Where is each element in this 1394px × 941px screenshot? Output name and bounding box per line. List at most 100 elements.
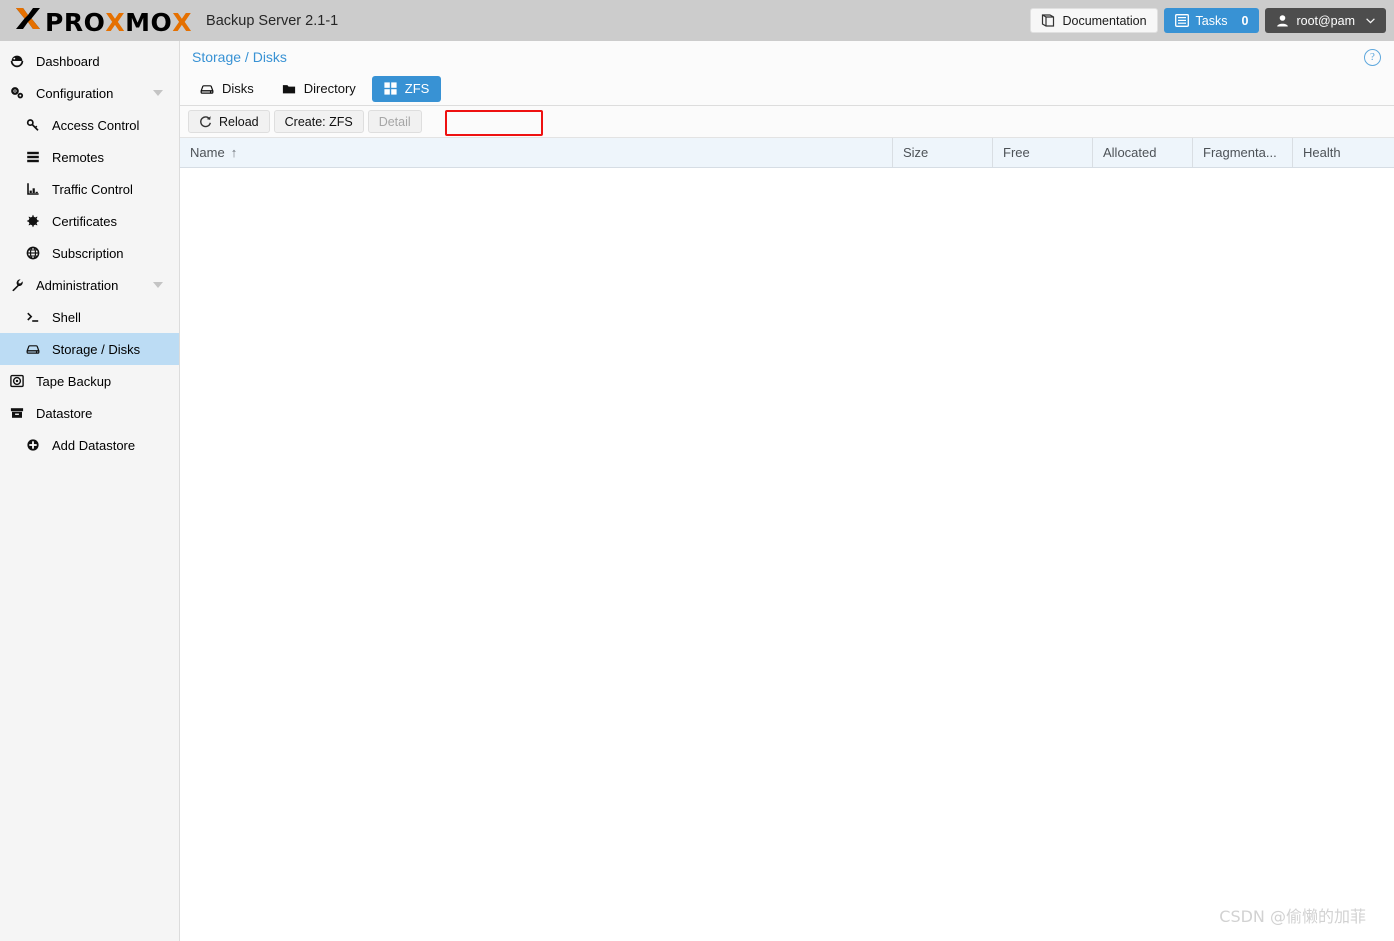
product-title: Backup Server 2.1-1 <box>206 12 339 29</box>
grid-column-label: Free <box>1003 145 1030 160</box>
tab-label: Disks <box>222 81 254 96</box>
key-icon <box>26 118 45 132</box>
tasks-button[interactable]: Tasks 0 <box>1163 8 1260 33</box>
gauge-icon <box>10 54 29 68</box>
grid-column-header-free[interactable]: Free <box>993 138 1093 167</box>
tasks-count-badge: 0 <box>1241 13 1249 28</box>
task-list-icon <box>1174 14 1189 27</box>
app-root: PRO X MO X Backup Server 2.1-1 Documentatio… <box>0 0 1394 941</box>
sidebar-item-traffic-control[interactable]: Traffic Control <box>0 173 179 205</box>
user-menu-button[interactable]: root@pam <box>1265 8 1386 33</box>
tab-directory[interactable]: Directory <box>270 76 368 102</box>
documentation-label: Documentation <box>1062 13 1147 28</box>
top-header-bar: PRO X MO X Backup Server 2.1-1 Documentatio… <box>0 0 1394 41</box>
documentation-button[interactable]: Documentation <box>1030 8 1158 33</box>
gears-icon <box>10 86 29 100</box>
sidebar-item-label: Certificates <box>52 213 118 229</box>
sidebar-item-remotes[interactable]: Remotes <box>0 141 179 173</box>
sidebar-item-label: Add Datastore <box>52 437 136 453</box>
tape-icon <box>10 374 29 388</box>
reload-button[interactable]: Reload <box>188 110 270 133</box>
wrench-icon <box>10 278 29 292</box>
grid-header-row: Name ↑ Size Free Allocated Fragmenta... Health <box>180 138 1394 168</box>
help-icon[interactable]: ? <box>1364 49 1381 66</box>
sidebar-item-label: Datastore <box>36 405 93 421</box>
create-zfs-label: Create: ZFS <box>284 114 353 129</box>
sidebar-item-label: Storage / Disks <box>52 341 141 357</box>
grid-column-label: Allocated <box>1103 145 1157 160</box>
sidebar-item-label: Remotes <box>52 149 105 165</box>
sidebar-item-label: Administration <box>36 277 119 293</box>
sidebar-nav: Dashboard Configuration Access Control Remo… <box>0 41 180 941</box>
sidebar-item-label: Traffic Control <box>52 181 133 197</box>
folder-icon <box>282 82 296 96</box>
tab-label: ZFS <box>404 81 430 96</box>
brand-x3: X <box>172 8 193 37</box>
grid-column-label: Name <box>190 145 225 160</box>
sidebar-item-label: Access Control <box>52 117 140 133</box>
content-panel: Storage / Disks ? Disks Directory ZFS Relo… <box>180 41 1394 941</box>
harddisk-icon <box>26 342 45 356</box>
sidebar-item-label: Dashboard <box>36 53 100 69</box>
sidebar-item-add-datastore[interactable]: Add Datastore <box>0 429 179 461</box>
grid-column-header-name[interactable]: Name ↑ <box>180 138 893 167</box>
grid-column-header-fragmentation[interactable]: Fragmenta... <box>1193 138 1293 167</box>
user-menu-label: root@pam <box>1296 13 1355 28</box>
sidebar-item-label: Shell <box>52 309 81 325</box>
sidebar-item-tape-backup[interactable]: Tape Backup <box>0 365 179 397</box>
chevron-down-icon <box>1366 17 1375 24</box>
plus-circle-icon <box>26 438 45 452</box>
toolbar: Reload Create: ZFS Detail <box>180 106 1394 138</box>
sidebar-item-access-control[interactable]: Access Control <box>0 109 179 141</box>
breadcrumb-bar: Storage / Disks ? <box>180 41 1394 72</box>
sidebar-item-label: Configuration <box>36 85 114 101</box>
top-header-actions: Documentation Tasks 0 root@pam <box>1030 8 1386 33</box>
archive-icon <box>10 406 29 420</box>
brand-mo: MO <box>125 8 173 37</box>
sidebar-item-datastore[interactable]: Datastore <box>0 397 179 429</box>
watermark-text: CSDN @偷懒的加菲 <box>1219 907 1366 926</box>
detail-button[interactable]: Detail <box>367 110 422 133</box>
sidebar-item-certificates[interactable]: Certificates <box>0 205 179 237</box>
sidebar-item-shell[interactable]: Shell <box>0 301 179 333</box>
sidebar-item-label: Tape Backup <box>36 373 112 389</box>
server-stack-icon <box>26 150 45 164</box>
book-icon <box>1041 14 1055 27</box>
sidebar-item-dashboard[interactable]: Dashboard <box>0 45 179 77</box>
brand-pro: PRO <box>45 8 106 37</box>
chevron-down-icon[interactable] <box>153 90 163 96</box>
tab-disks[interactable]: Disks <box>188 76 266 102</box>
grid-icon <box>384 82 397 95</box>
reload-label: Reload <box>219 114 259 129</box>
traffic-icon <box>26 182 45 196</box>
grid-column-header-allocated[interactable]: Allocated <box>1093 138 1193 167</box>
refresh-icon <box>199 115 212 128</box>
terminal-icon <box>26 310 45 324</box>
grid-column-label: Fragmenta... <box>1203 145 1277 160</box>
chevron-down-icon[interactable] <box>153 282 163 288</box>
proxmox-x-icon <box>14 6 42 31</box>
sidebar-item-configuration[interactable]: Configuration <box>0 77 179 109</box>
create-zfs-button[interactable]: Create: ZFS <box>273 110 364 133</box>
tab-zfs[interactable]: ZFS <box>371 75 442 102</box>
grid-column-header-size[interactable]: Size <box>893 138 993 167</box>
harddisk-icon <box>200 82 214 96</box>
sidebar-item-storage-disks[interactable]: Storage / Disks <box>0 333 179 365</box>
brand-logo[interactable]: PRO X MO X Backup Server 2.1-1 <box>14 6 338 35</box>
detail-label: Detail <box>378 114 411 129</box>
sort-ascending-icon: ↑ <box>230 145 238 160</box>
grid-body <box>180 168 1394 941</box>
proxmox-wordmark: PRO X MO X <box>14 6 192 35</box>
tasks-label: Tasks <box>1195 13 1228 28</box>
sidebar-item-administration[interactable]: Administration <box>0 269 179 301</box>
certificate-icon <box>26 214 45 228</box>
annotation-highlight-box <box>445 110 543 136</box>
globe-icon <box>26 246 45 260</box>
brand-x2: X <box>105 8 126 37</box>
breadcrumb[interactable]: Storage / Disks <box>192 49 287 65</box>
sidebar-item-subscription[interactable]: Subscription <box>0 237 179 269</box>
grid-column-header-health[interactable]: Health <box>1293 138 1394 167</box>
tab-label: Directory <box>303 81 356 96</box>
user-icon <box>1276 14 1289 27</box>
grid-column-label: Health <box>1303 145 1341 160</box>
